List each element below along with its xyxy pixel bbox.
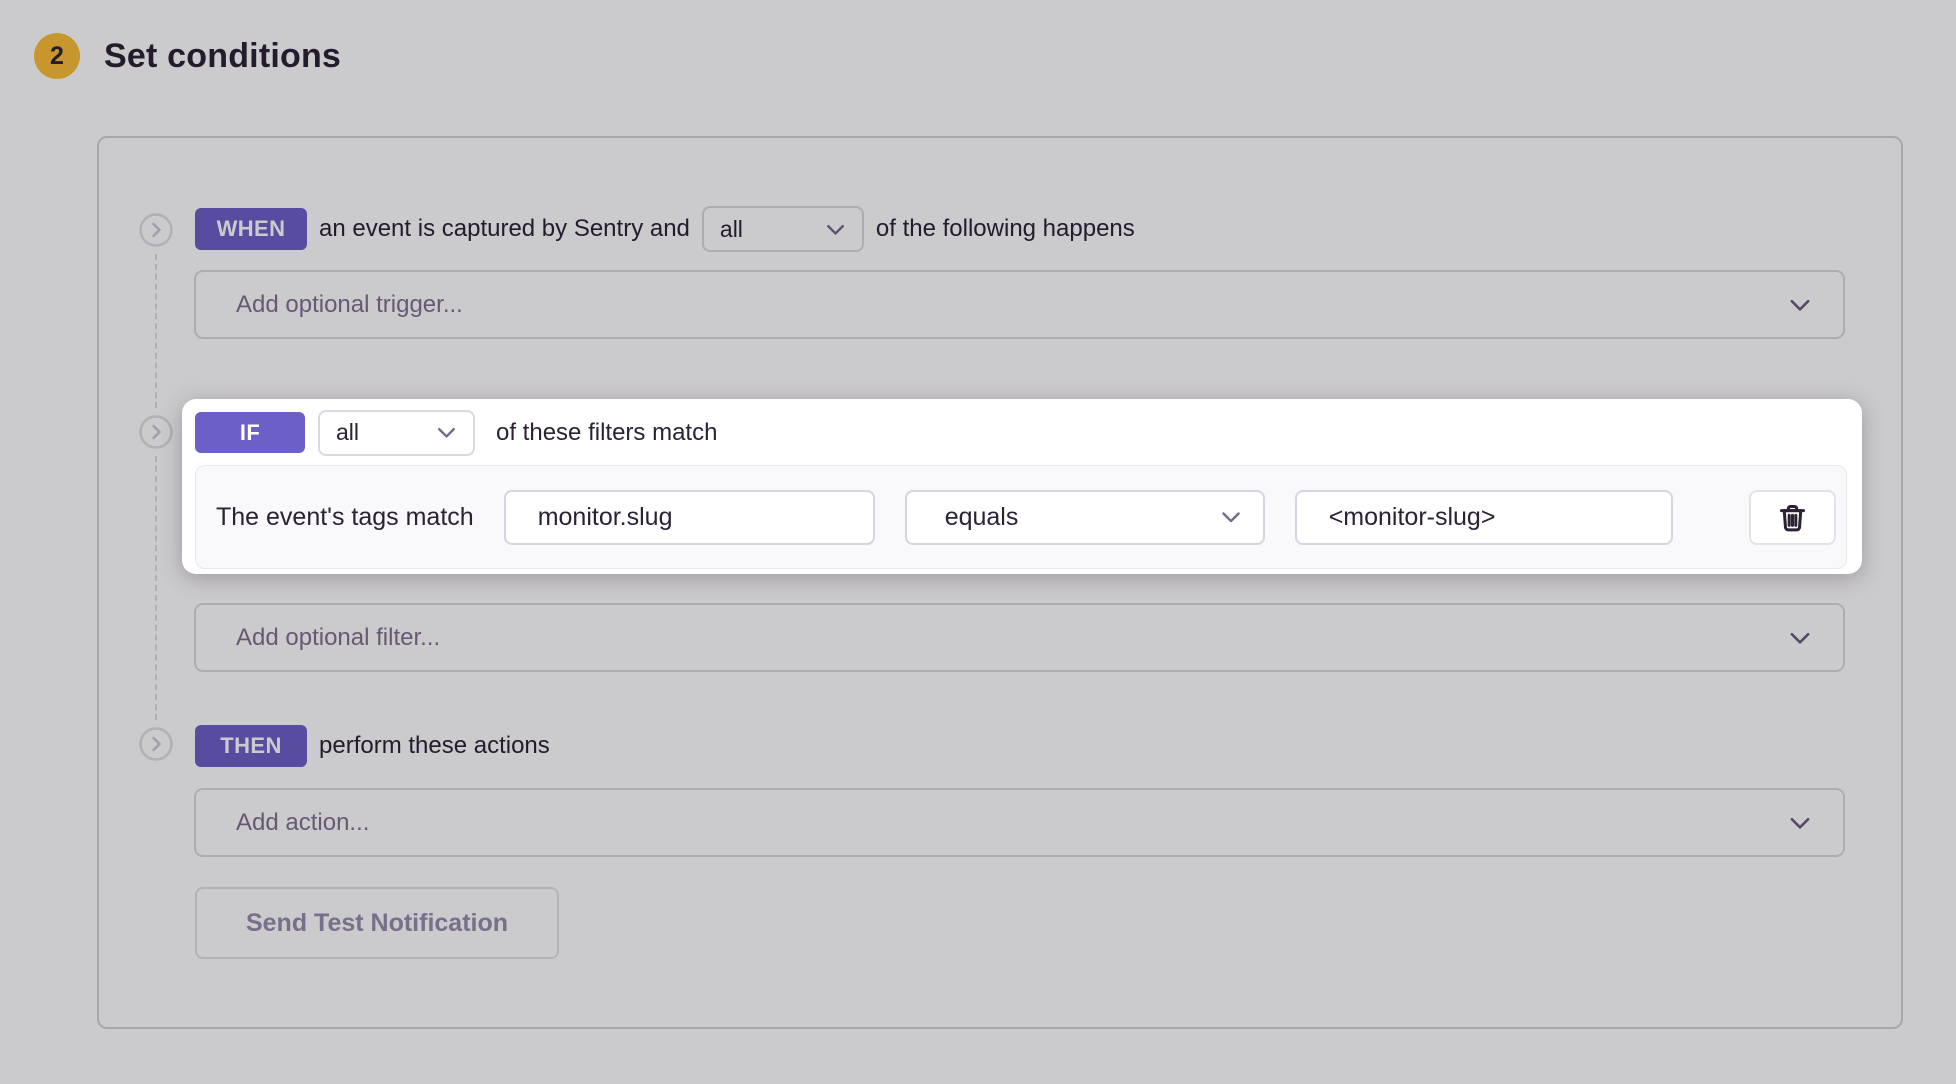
delete-filter-button[interactable]: [1749, 490, 1836, 545]
if-text-after: of these filters match: [496, 419, 717, 447]
chevron-down-icon: [433, 419, 460, 446]
if-match-select-value: all: [336, 419, 359, 446]
filter-key-input[interactable]: [504, 490, 875, 545]
chevron-down-icon: [1217, 503, 1245, 531]
if-card: IF all of these filters match The event'…: [182, 399, 1862, 574]
filter-operator-select[interactable]: equals: [905, 490, 1265, 545]
filter-value-input[interactable]: [1295, 490, 1673, 545]
filter-label: The event's tags match: [216, 503, 474, 532]
if-match-select[interactable]: all: [318, 410, 475, 456]
if-header-row: IF all of these filters match: [195, 409, 1847, 456]
filter-operator-value: equals: [945, 503, 1019, 532]
trash-icon: [1776, 501, 1809, 534]
if-badge: IF: [195, 412, 305, 453]
filter-row: The event's tags match equals: [195, 465, 1847, 569]
